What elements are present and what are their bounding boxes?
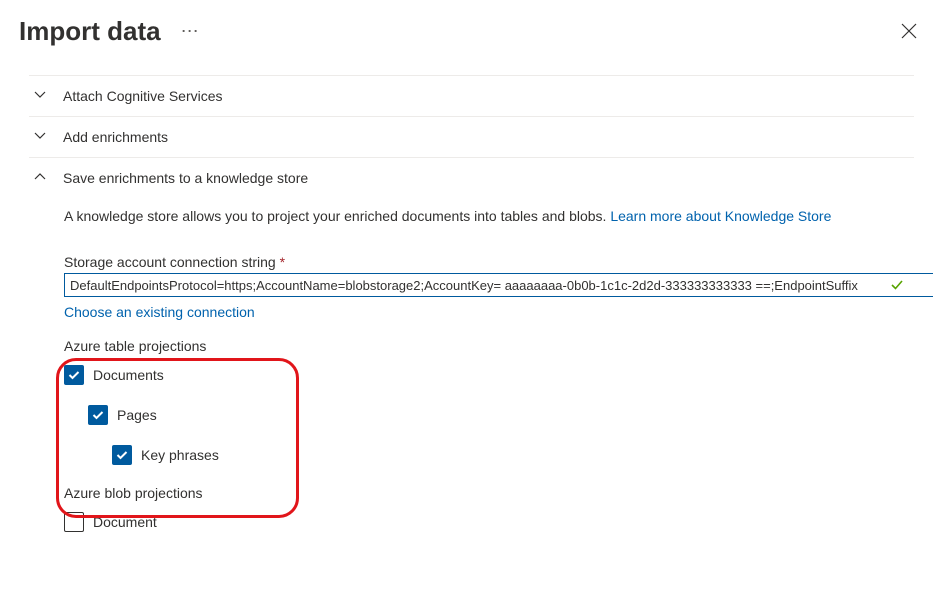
checkbox-icon [64, 365, 84, 385]
checkbox-key-phrases[interactable]: Key phrases [112, 445, 909, 465]
checkmark-icon [890, 278, 904, 295]
checkbox-label: Documents [93, 367, 164, 383]
page-title: Import data [19, 16, 161, 47]
checkbox-label: Document [93, 514, 157, 530]
label-text: Storage account connection string [64, 254, 280, 270]
knowledge-store-description: A knowledge store allows you to project … [64, 208, 909, 224]
accordion-attach-cognitive-services[interactable]: Attach Cognitive Services [29, 75, 914, 116]
checkbox-label: Pages [117, 407, 157, 423]
accordion-label: Add enrichments [63, 129, 168, 145]
checkbox-icon [88, 405, 108, 425]
accordion-add-enrichments[interactable]: Add enrichments [29, 116, 914, 157]
more-icon[interactable]: ⋯ [181, 21, 201, 42]
chevron-down-icon [34, 129, 46, 145]
checkbox-documents[interactable]: Documents [64, 365, 909, 385]
checkbox-document-blob[interactable]: Document [64, 512, 909, 532]
connection-string-input[interactable] [64, 273, 933, 297]
checkbox-icon [64, 512, 84, 532]
accordion-label: Attach Cognitive Services [63, 88, 223, 104]
chevron-down-icon [34, 88, 46, 104]
close-icon[interactable] [901, 23, 917, 42]
description-text: A knowledge store allows you to project … [64, 208, 610, 224]
checkbox-label: Key phrases [141, 447, 219, 463]
checkbox-icon [112, 445, 132, 465]
learn-more-link[interactable]: Learn more about Knowledge Store [610, 208, 831, 224]
azure-blob-projections-heading: Azure blob projections [64, 485, 909, 501]
accordion-label: Save enrichments to a knowledge store [63, 170, 308, 186]
chevron-up-icon [34, 170, 46, 186]
required-asterisk: * [280, 254, 285, 270]
choose-existing-connection-link[interactable]: Choose an existing connection [64, 304, 909, 320]
azure-table-projections-heading: Azure table projections [64, 338, 909, 354]
accordion-save-enrichments[interactable]: Save enrichments to a knowledge store [29, 157, 914, 198]
checkbox-pages[interactable]: Pages [88, 405, 909, 425]
connection-string-label: Storage account connection string * [64, 254, 909, 270]
